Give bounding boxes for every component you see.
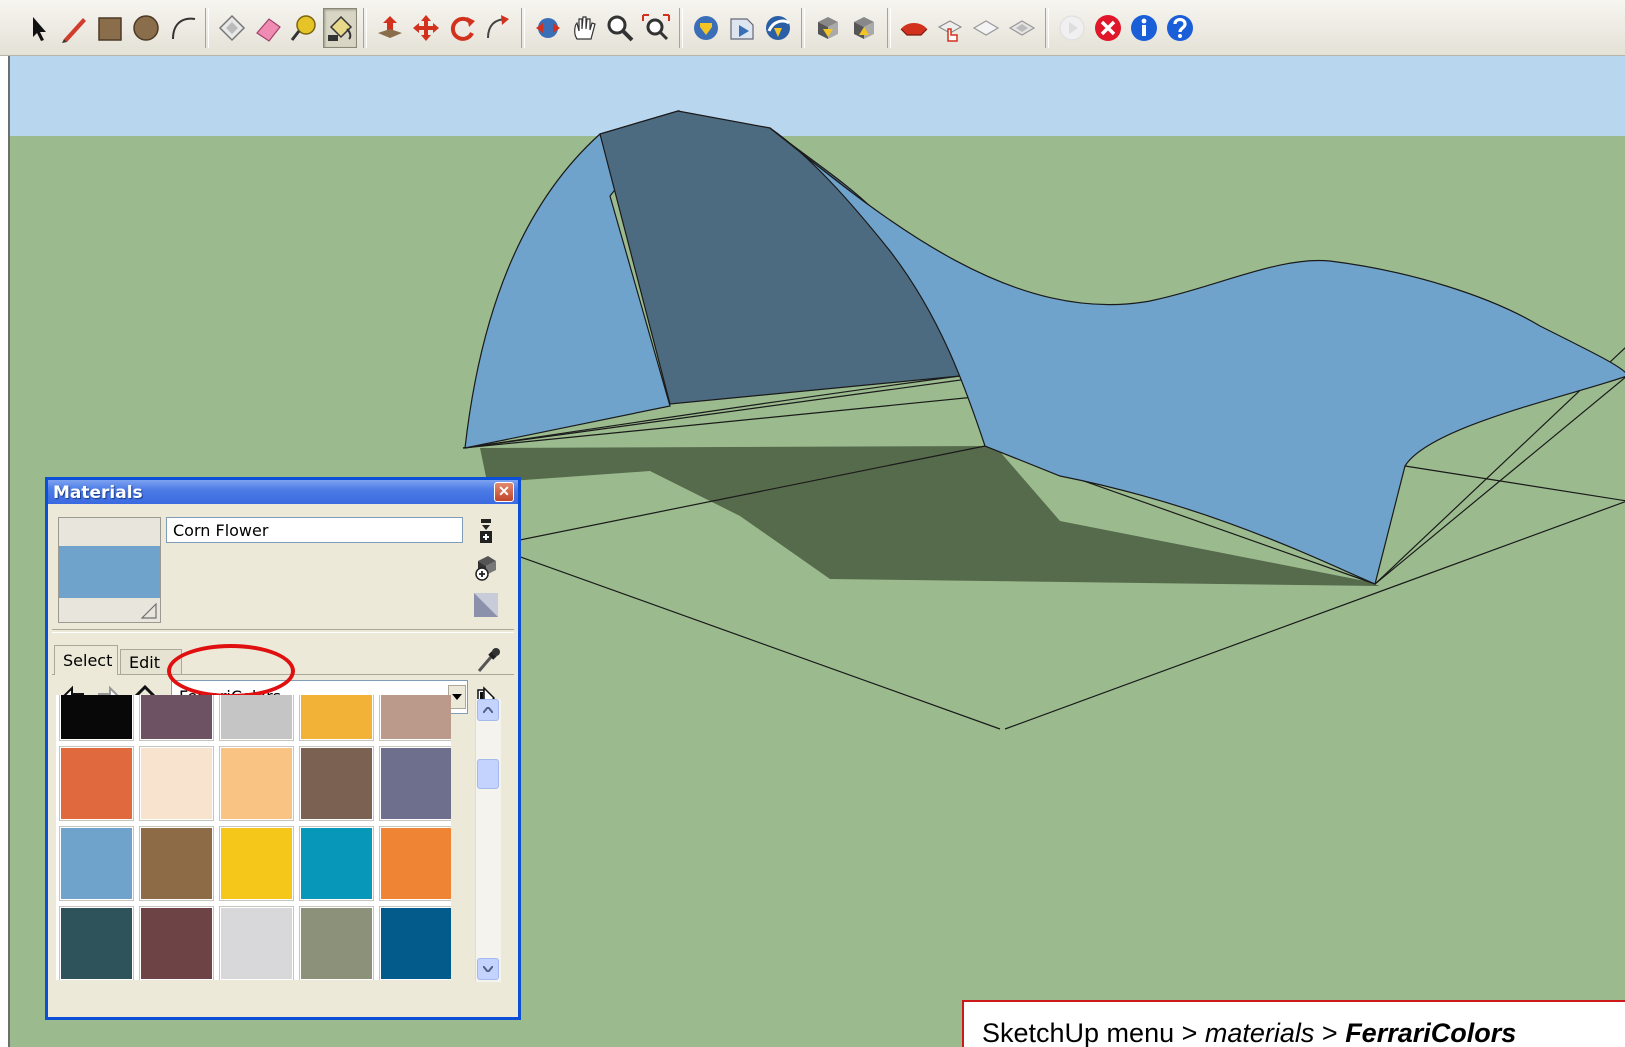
sandbox-red-icon[interactable] [897, 8, 931, 48]
play-disabled-icon[interactable] [1055, 8, 1089, 48]
main-toolbar [0, 0, 1625, 56]
sky [10, 56, 1625, 142]
sandbox-drape-icon[interactable] [1005, 8, 1039, 48]
toolbar-group [214, 4, 358, 52]
share-model-icon[interactable] [725, 8, 759, 48]
material-swatch[interactable] [59, 906, 134, 980]
create-material-button[interactable] [471, 551, 501, 583]
paint-bucket-icon[interactable] [323, 7, 357, 48]
zoom-icon[interactable] [603, 8, 637, 48]
material-swatch[interactable] [299, 826, 374, 901]
materials-title: Materials [53, 483, 143, 503]
move-icon[interactable] [409, 8, 443, 48]
tape-measure-icon[interactable] [287, 8, 321, 48]
info-icon[interactable] [1127, 8, 1161, 48]
material-swatch[interactable] [379, 695, 451, 741]
divider [52, 629, 514, 633]
scroll-down-icon[interactable] [477, 958, 499, 980]
sandbox-hand-icon[interactable] [933, 8, 967, 48]
toolbar-separator [1045, 7, 1049, 48]
eraser-icon[interactable] [251, 8, 285, 48]
create-material-icon [475, 556, 496, 581]
rectangle-icon[interactable] [93, 8, 127, 48]
material-swatch[interactable] [299, 906, 374, 980]
google-earth-icon[interactable] [761, 8, 795, 48]
scroll-up-icon[interactable] [477, 699, 499, 721]
secondary-pane-icon [480, 519, 492, 543]
push-pull-icon[interactable] [373, 8, 407, 48]
material-swatch[interactable] [59, 746, 134, 821]
material-swatch[interactable] [379, 906, 451, 980]
share-component-icon[interactable] [847, 8, 881, 48]
material-preview [58, 517, 161, 623]
arc-icon[interactable] [165, 8, 199, 48]
materials-dialog: Materials ✕ Corn Flower Select Edit [45, 477, 521, 1020]
menu-path-caption: SketchUp menu > materials > FerrariColor… [962, 1000, 1625, 1047]
toolbar-group [20, 4, 200, 52]
get-component-icon[interactable] [811, 8, 845, 48]
zoom-extents-icon[interactable] [639, 8, 673, 48]
swatch-scrollbar[interactable] [475, 699, 501, 982]
toolbar-separator [679, 7, 683, 48]
toolbar-group [372, 4, 516, 52]
pan-icon[interactable] [567, 8, 601, 48]
toolbar-separator [521, 7, 525, 48]
get-models-icon[interactable] [689, 8, 723, 48]
toolbar-separator [887, 7, 891, 48]
help-icon[interactable] [1163, 8, 1197, 48]
toolbar-group [1054, 4, 1198, 52]
caption-suffix: FerrariColors [1345, 1018, 1517, 1047]
toolbar-group [688, 4, 796, 52]
material-swatch[interactable] [139, 746, 214, 821]
materials-titlebar[interactable]: Materials ✕ [45, 477, 521, 504]
default-material-icon [474, 593, 498, 617]
resize-grip-icon [141, 603, 157, 619]
close-red-icon[interactable] [1091, 8, 1125, 48]
material-swatch[interactable] [379, 826, 451, 901]
material-swatch[interactable] [299, 746, 374, 821]
scrollbar-thumb[interactable] [477, 759, 499, 789]
tab-select[interactable]: Select [54, 645, 118, 675]
close-icon[interactable]: ✕ [494, 482, 514, 502]
material-swatch[interactable] [139, 906, 214, 980]
material-swatch[interactable] [219, 826, 294, 901]
toolbar-group [810, 4, 882, 52]
material-swatch[interactable] [219, 695, 294, 741]
material-swatch[interactable] [139, 695, 214, 741]
caption-prefix: SketchUp menu > [982, 1018, 1205, 1047]
caption-middle: materials [1204, 1018, 1315, 1047]
material-swatch[interactable] [219, 906, 294, 980]
sandbox-stamp-icon[interactable] [969, 8, 1003, 48]
orbit-icon[interactable] [531, 8, 565, 48]
rotate-icon[interactable] [445, 8, 479, 48]
material-swatch[interactable] [379, 746, 451, 821]
material-swatch[interactable] [59, 695, 134, 741]
default-material-button[interactable] [471, 589, 501, 621]
display-secondary-selection-button[interactable] [471, 515, 501, 547]
toolbar-separator [205, 7, 209, 48]
material-name-field[interactable]: Corn Flower [166, 517, 463, 543]
material-swatch[interactable] [59, 826, 134, 901]
material-swatch[interactable] [219, 746, 294, 821]
circle-icon[interactable] [129, 8, 163, 48]
material-swatch[interactable] [299, 695, 374, 741]
toolbar-separator [801, 7, 805, 48]
material-preview-swatch [59, 546, 160, 598]
pencil-line-icon[interactable] [57, 8, 91, 48]
toolbar-group [896, 4, 1040, 52]
follow-me-icon[interactable] [481, 8, 515, 48]
material-swatch-grid [56, 695, 451, 980]
material-swatch[interactable] [139, 826, 214, 901]
toolbar-separator [363, 7, 367, 48]
red-highlight-annotation [167, 644, 295, 698]
select-arrow-icon[interactable] [21, 8, 55, 48]
eyedropper-icon[interactable] [473, 645, 503, 675]
caption-separator: > [1314, 1018, 1346, 1047]
make-component-icon[interactable] [215, 8, 249, 48]
toolbar-group [530, 4, 674, 52]
